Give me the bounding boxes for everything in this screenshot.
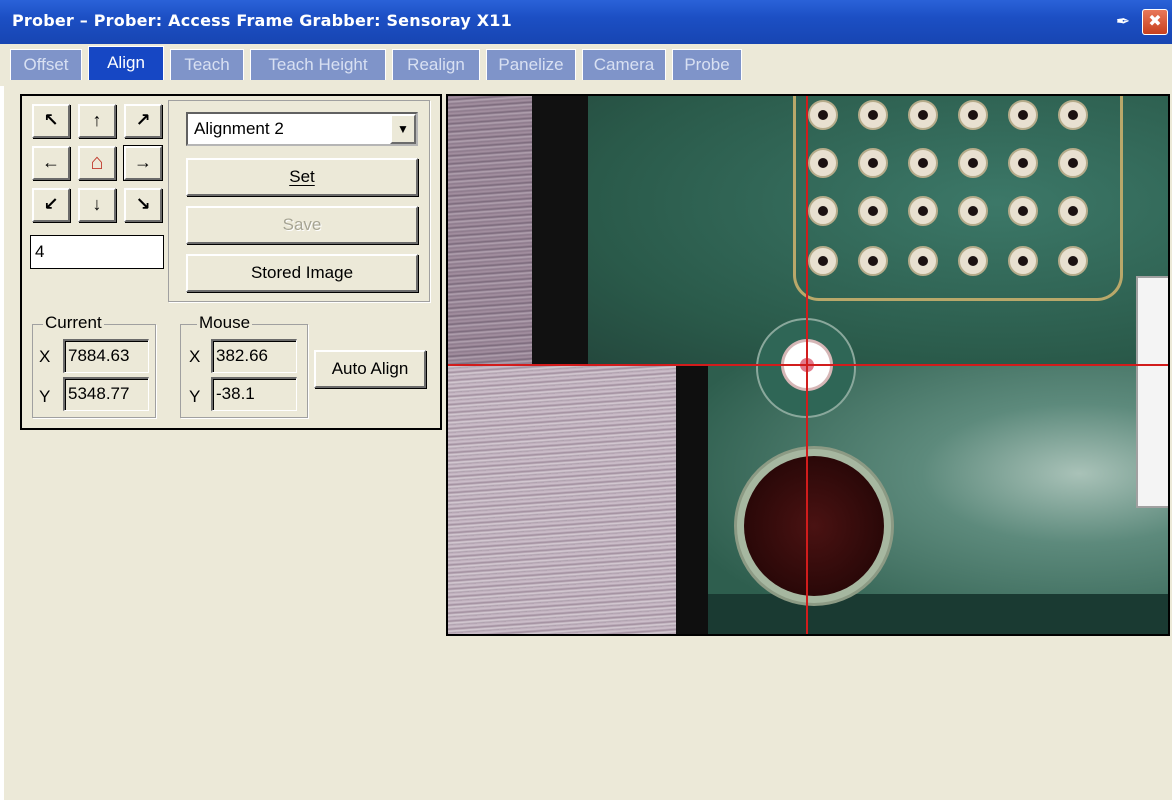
mouse-x-label: X	[189, 347, 201, 366]
via	[808, 246, 838, 276]
tab-offset[interactable]: Offset	[10, 49, 82, 80]
jog-down-button[interactable]: ↓	[78, 188, 116, 222]
via	[958, 246, 988, 276]
save-button-label: Save	[282, 215, 322, 234]
via	[1058, 100, 1088, 130]
title-bar[interactable]: Prober – Prober: Access Frame Grabber: S…	[0, 0, 1172, 44]
jog-left-button[interactable]: ←	[32, 146, 70, 180]
tab-panelize[interactable]: Panelize	[486, 49, 576, 80]
via	[958, 148, 988, 178]
via	[1058, 246, 1088, 276]
pcb-bottom-edge	[708, 594, 1168, 634]
via	[1058, 196, 1088, 226]
stored-image-button[interactable]: Stored Image	[186, 254, 418, 292]
via	[1008, 148, 1038, 178]
align-panel: ↖ ↑ ↗ ← ⌂ → ↙ ↓ ↘ 4 Alignment 2 ▼ Set Sa…	[20, 94, 442, 430]
arrow-down-icon: ↓	[92, 194, 102, 214]
via	[808, 100, 838, 130]
pin-icon[interactable]: ✒	[1112, 11, 1134, 33]
arrow-down-left-icon: ↙	[43, 194, 59, 214]
jog-home-button[interactable]: ⌂	[78, 146, 116, 180]
arrow-up-icon: ↑	[92, 110, 102, 130]
fixture-slot	[532, 96, 588, 364]
mounting-hole	[744, 456, 884, 596]
via	[858, 246, 888, 276]
jog-up-left-button[interactable]: ↖	[32, 104, 70, 138]
tab-bar: Offset Align Teach Teach Height Realign …	[0, 44, 1172, 86]
tab-camera[interactable]: Camera	[582, 49, 666, 80]
via	[958, 100, 988, 130]
crosshair-vertical	[806, 96, 808, 634]
window-edge	[0, 86, 4, 800]
tab-teach-height[interactable]: Teach Height	[250, 49, 386, 80]
tab-realign[interactable]: Realign	[392, 49, 480, 80]
via	[908, 148, 938, 178]
via	[858, 100, 888, 130]
via	[858, 196, 888, 226]
mouse-y-label: Y	[189, 387, 201, 406]
arrow-right-icon: →	[134, 152, 152, 172]
jog-right-button[interactable]: →	[123, 145, 163, 181]
current-x-value: 7884.63	[63, 339, 149, 373]
stored-image-button-label: Stored Image	[250, 263, 354, 282]
mouse-group: Mouse X Y 382.66 -38.1	[180, 313, 308, 418]
edge-pad	[1136, 276, 1168, 508]
current-x-label: X	[39, 347, 51, 366]
alignment-select[interactable]: Alignment 2 ▼	[186, 112, 418, 146]
current-group: Current X Y 7884.63 5348.77	[32, 313, 156, 418]
set-button[interactable]: Set	[186, 158, 418, 196]
close-button[interactable]: ✖	[1142, 9, 1168, 35]
step-size-input[interactable]: 4	[30, 235, 164, 269]
via	[1008, 196, 1038, 226]
auto-align-button-label: Auto Align	[331, 359, 409, 378]
via	[808, 196, 838, 226]
mouse-x-value: 382.66	[211, 339, 297, 373]
current-legend: Current	[43, 313, 104, 333]
crosshair-horizontal	[448, 364, 1168, 366]
pcb-edge-gap	[676, 364, 708, 634]
current-y-label: Y	[39, 387, 51, 406]
tab-probe[interactable]: Probe	[672, 49, 742, 80]
jog-down-right-button[interactable]: ↘	[124, 188, 162, 222]
via	[908, 246, 938, 276]
via	[858, 148, 888, 178]
alignment-select-value: Alignment 2	[194, 119, 284, 138]
arrow-up-left-icon: ↖	[43, 110, 59, 130]
via	[1008, 100, 1038, 130]
jog-up-right-button[interactable]: ↗	[124, 104, 162, 138]
arrow-down-right-icon: ↘	[135, 194, 151, 214]
tab-teach[interactable]: Teach	[170, 49, 244, 80]
set-button-label: Set	[289, 167, 315, 186]
camera-view[interactable]	[446, 94, 1170, 636]
mouse-y-value: -38.1	[211, 377, 297, 411]
via	[808, 148, 838, 178]
via	[1058, 148, 1088, 178]
arrow-left-icon: ←	[42, 152, 60, 172]
jog-down-left-button[interactable]: ↙	[32, 188, 70, 222]
current-y-value: 5348.77	[63, 377, 149, 411]
dropdown-arrow-icon[interactable]: ▼	[390, 114, 416, 144]
via	[1008, 246, 1038, 276]
arrow-up-right-icon: ↗	[135, 110, 151, 130]
via	[958, 196, 988, 226]
mouse-legend: Mouse	[197, 313, 253, 333]
tab-align[interactable]: Align	[88, 46, 164, 80]
save-button[interactable]: Save	[186, 206, 418, 244]
via	[908, 196, 938, 226]
window-title: Prober – Prober: Access Frame Grabber: S…	[12, 11, 512, 30]
auto-align-button[interactable]: Auto Align	[314, 350, 426, 388]
jog-up-button[interactable]: ↑	[78, 104, 116, 138]
home-icon: ⌂	[90, 149, 104, 174]
via	[908, 100, 938, 130]
